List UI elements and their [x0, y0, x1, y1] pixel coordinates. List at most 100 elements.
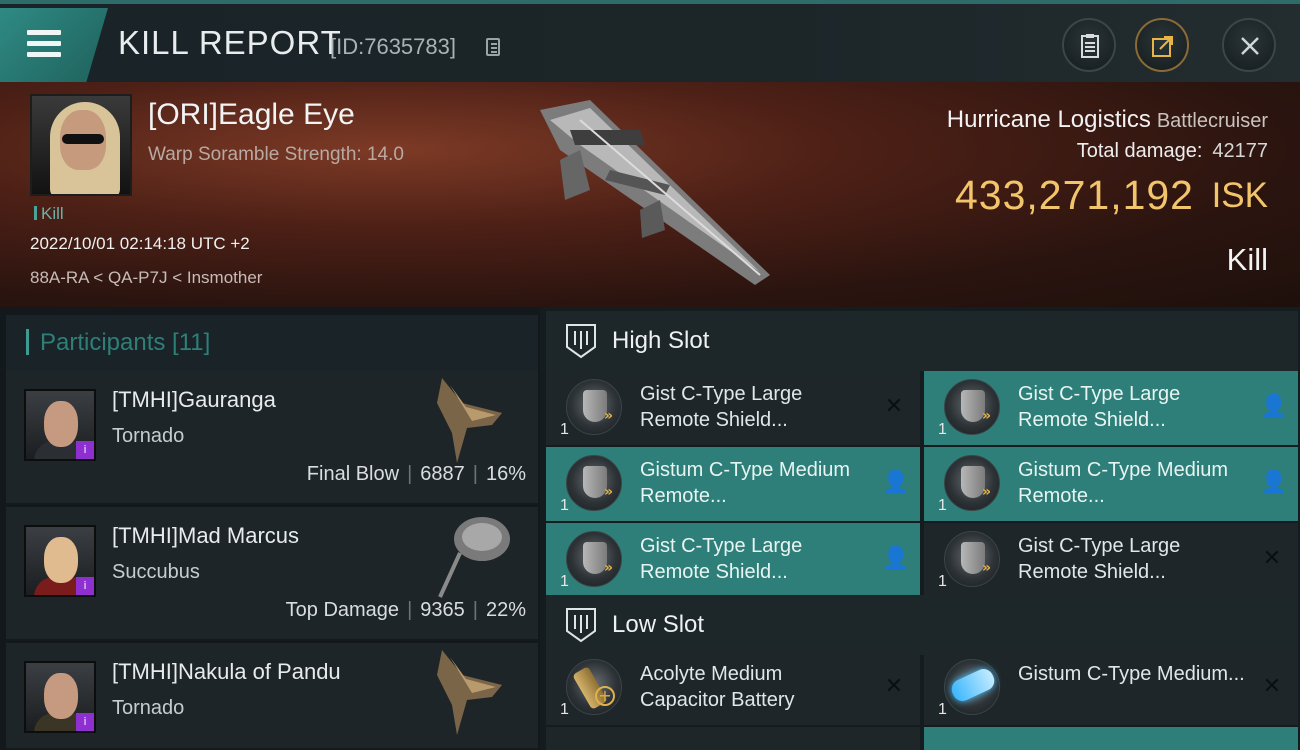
victim-ship: Hurricane Logistics Battlecruiser	[947, 106, 1268, 134]
module-quantity: 1	[560, 421, 569, 438]
remove-icon[interactable]: ✕	[882, 675, 906, 699]
pilot-icon[interactable]: 👤	[1260, 471, 1287, 495]
stats-separator: |	[472, 463, 478, 485]
avatar-face	[44, 537, 78, 583]
plus-icon: +	[595, 686, 615, 706]
participant-ship: Tornado	[112, 425, 185, 447]
victim-summary: [ORI]Eagle Eye Warp Soramble Strength: 1…	[0, 82, 1300, 307]
participants-header: Participants [11]	[6, 315, 538, 371]
menu-button[interactable]	[0, 8, 108, 82]
module-name: Gist C-Type Large Remote Shield...	[640, 383, 803, 431]
kill-tag: Kill	[34, 204, 64, 224]
clipboard-button[interactable]	[1062, 18, 1116, 72]
victim-ship-image	[540, 100, 770, 285]
energy-shape	[948, 665, 998, 705]
module-quantity: 1	[938, 421, 947, 438]
kill-datetime: 2022/10/01 02:14:18 UTC +2	[30, 234, 250, 253]
shield-module-icon: »	[566, 531, 622, 587]
module-slot[interactable]: » 1 Gist C-Type Large Remote Shield... ✕	[546, 371, 920, 445]
module-slot-partial[interactable]	[924, 727, 1298, 750]
fitting-panel[interactable]: High Slot » 1 Gist C-Type Large Remote S…	[540, 307, 1300, 750]
participant-role: Final Blow	[306, 463, 400, 485]
victim-name[interactable]: [ORI]Eagle Eye	[148, 98, 355, 132]
remove-icon[interactable]: ✕	[1260, 547, 1284, 571]
participants-panel[interactable]: Participants [11] i [TMHI]Gauranga Torna…	[0, 307, 540, 750]
pilot-icon[interactable]: 👤	[882, 471, 909, 495]
high-slot-header: High Slot	[546, 311, 1298, 371]
module-quantity: 1	[560, 497, 569, 514]
info-badge: i	[76, 441, 94, 459]
module-slot[interactable]: » 1 Gist C-Type Large Remote Shield... ✕	[924, 523, 1298, 597]
victim-avatar[interactable]	[30, 94, 132, 196]
participant-name: [TMHI]Nakula of Pandu	[112, 659, 341, 684]
avatar[interactable]: i	[24, 661, 96, 733]
participant-row[interactable]: i [TMHI]Gauranga Tornado Final Blow | 6887…	[6, 371, 538, 505]
participant-ship-image	[437, 650, 502, 735]
pilot-icon[interactable]: 👤	[882, 547, 909, 571]
menu-icon-bar	[27, 52, 61, 57]
slot-icon	[566, 324, 596, 359]
module-slot[interactable]: + 1 Acolyte Medium Capacitor Battery ✕	[546, 651, 920, 725]
remove-icon[interactable]: ✕	[882, 395, 906, 419]
stats-separator: |	[472, 599, 478, 621]
participant-ship: Succubus	[112, 561, 200, 583]
chevron-icon: »	[603, 560, 613, 576]
module-name: Gistum C-Type Medium...	[1018, 663, 1245, 685]
shield-module-icon: »	[566, 455, 622, 511]
module-slot[interactable]: » 1 Gist C-Type Large Remote Shield... 👤	[924, 371, 1298, 445]
participant-damage: 6887	[420, 463, 465, 485]
module-name: Gist C-Type Large Remote Shield...	[640, 535, 803, 583]
participant-name: [TMHI]Gauranga	[112, 387, 276, 412]
close-button[interactable]	[1222, 18, 1276, 72]
warp-scramble-strength: Warp Soramble Strength: 14.0	[148, 144, 404, 165]
module-slot[interactable]: 1 Gistum C-Type Medium... ✕	[924, 651, 1298, 725]
high-slot-label: High Slot	[612, 327, 710, 354]
isk-value: 433,271,192	[954, 172, 1194, 218]
chevron-icon: »	[981, 484, 991, 500]
module-name: Gist C-Type Large Remote Shield...	[1018, 383, 1181, 431]
shield-module-icon: »	[944, 531, 1000, 587]
total-damage-label: Total damage:	[1076, 140, 1203, 162]
participant-row[interactable]: i [TMHI]Nakula of Pandu Tornado	[6, 643, 538, 750]
avatar[interactable]: i	[24, 389, 96, 461]
stats-separator: |	[407, 599, 413, 621]
module-slot[interactable]: » 1 Gistum C-Type Medium Remote... 👤	[924, 447, 1298, 521]
avatar-face	[44, 401, 78, 447]
avatar[interactable]: i	[24, 525, 96, 597]
participant-damage: 9365	[420, 599, 465, 621]
module-name: Gistum C-Type Medium Remote...	[1018, 459, 1229, 507]
participant-name: [TMHI]Mad Marcus	[112, 523, 300, 548]
participant-row[interactable]: i [TMHI]Mad Marcus Succubus Top Damage | 9…	[6, 507, 538, 641]
module-slot-partial[interactable]	[546, 727, 920, 750]
total-damage: Total damage: 42177	[1077, 140, 1268, 163]
participant-ship-image	[438, 517, 510, 598]
copy-icon[interactable]	[486, 38, 500, 56]
participants-label: Participants [11]	[40, 329, 211, 356]
participant-ship: Tornado	[112, 697, 185, 719]
ship-name: Hurricane Logistics	[946, 106, 1151, 133]
pilot-icon[interactable]: 👤	[1260, 395, 1287, 419]
share-button[interactable]	[1135, 18, 1189, 72]
chevron-icon: »	[603, 484, 613, 500]
participant-role: Top Damage	[285, 599, 400, 621]
module-slot[interactable]: » 1 Gist C-Type Large Remote Shield... 👤	[546, 523, 920, 597]
chevron-icon: »	[603, 408, 613, 424]
page-title: KILL REPORT	[118, 24, 342, 61]
module-quantity: 1	[938, 573, 947, 590]
low-slot-header: Low Slot	[546, 595, 1298, 655]
ship-class: Battlecruiser	[1156, 110, 1268, 132]
participant-percent: 16%	[485, 463, 526, 485]
participant-percent: 22%	[485, 599, 526, 621]
close-icon	[1241, 37, 1259, 55]
module-name: Gistum C-Type Medium Remote...	[640, 459, 851, 507]
avatar-glasses	[62, 134, 104, 144]
remove-icon[interactable]: ✕	[1260, 675, 1284, 699]
module-quantity: 1	[938, 497, 947, 514]
menu-icon	[27, 30, 61, 35]
chevron-icon: »	[981, 560, 991, 576]
module-name: Gist C-Type Large Remote Shield...	[1018, 535, 1181, 583]
module-quantity: 1	[560, 701, 569, 718]
stats-separator: |	[407, 463, 413, 485]
module-slot[interactable]: » 1 Gistum C-Type Medium Remote... 👤	[546, 447, 920, 521]
avatar-face	[44, 673, 78, 719]
